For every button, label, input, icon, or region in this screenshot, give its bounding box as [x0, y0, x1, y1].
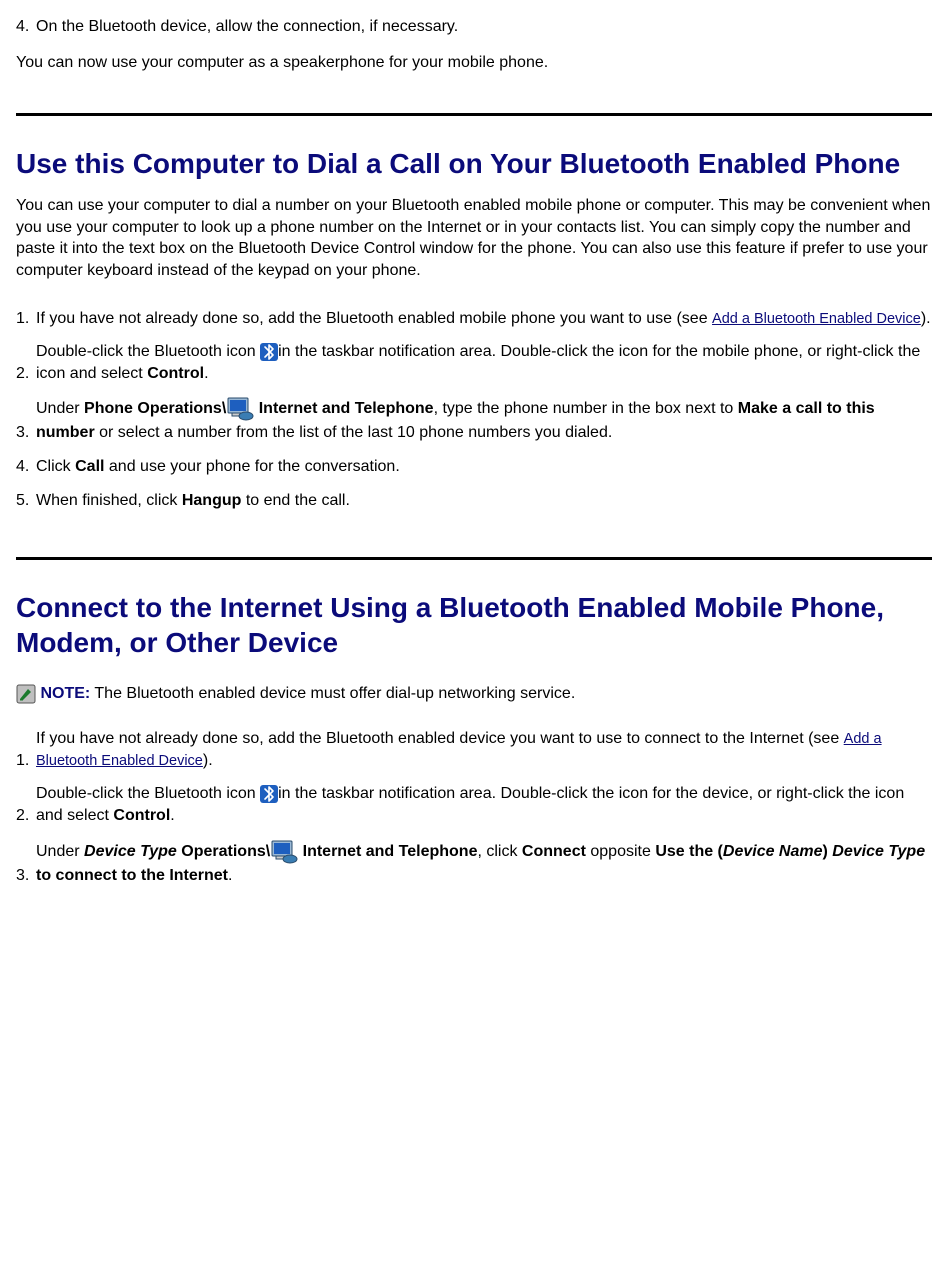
text-fragment: . — [204, 365, 208, 382]
text-fragment: When finished, click — [36, 492, 182, 509]
step-text: When finished, click Hangup to end the c… — [36, 484, 932, 518]
dial-step-2: 2. Double-click the Bluetooth icon in th… — [16, 335, 932, 390]
dial-step-3: 3. Under Phone Operations\ Internet and … — [16, 390, 932, 450]
note-icon — [16, 684, 36, 704]
step-text: On the Bluetooth device, allow the conne… — [36, 10, 932, 44]
dial-heading: Use this Computer to Dial a Call on Your… — [16, 146, 932, 181]
step-number: 2. — [16, 335, 36, 390]
step-number: 5. — [16, 484, 36, 518]
bold-fragment: Internet and Telephone — [254, 401, 433, 418]
internet-telephone-icon — [270, 839, 298, 865]
step-text: Double-click the Bluetooth icon in the t… — [36, 777, 932, 832]
step-number: 3. — [16, 833, 36, 893]
text-fragment: or select a number from the list of the … — [95, 424, 613, 441]
text-fragment: If you have not already done so, add the… — [36, 310, 712, 327]
bold-fragment: Internet and Telephone — [298, 843, 477, 860]
step-number: 1. — [16, 302, 36, 336]
note-text: The Bluetooth enabled device must offer … — [90, 685, 575, 702]
text-fragment: Double-click the Bluetooth icon — [36, 785, 260, 802]
step-text: Double-click the Bluetooth icon in the t… — [36, 335, 932, 390]
bold-fragment: ) — [823, 843, 833, 860]
text-fragment: and use your phone for the conversation. — [104, 458, 399, 475]
step-number: 4. — [16, 10, 36, 44]
bold-italic-fragment: Device Name — [723, 843, 823, 860]
text-fragment: ). — [203, 752, 213, 769]
dial-steps: 1. If you have not already done so, add … — [16, 302, 932, 518]
connect-steps: 1. If you have not already done so, add … — [16, 722, 932, 892]
bold-fragment: Use the ( — [655, 843, 723, 860]
text-fragment: ). — [921, 310, 931, 327]
text-fragment: Under — [36, 843, 84, 860]
text-fragment: Under — [36, 401, 84, 418]
text-fragment: Click — [36, 458, 75, 475]
bold-fragment: Operations\ — [177, 843, 270, 860]
step-text: If you have not already done so, add the… — [36, 302, 932, 336]
text-fragment: opposite — [586, 843, 655, 860]
text-fragment: . — [228, 867, 232, 884]
bluetooth-icon — [260, 785, 278, 803]
bold-italic-fragment: Device Type — [832, 843, 925, 860]
text-fragment: , type the phone number in the box next … — [434, 401, 738, 418]
text-fragment: to end the call. — [241, 492, 350, 509]
bold-fragment: Phone Operations\ — [84, 401, 226, 418]
note-row: NOTE: The Bluetooth enabled device must … — [16, 684, 932, 704]
step-number: 4. — [16, 450, 36, 484]
section-divider — [16, 113, 932, 116]
dial-intro: You can use your computer to dial a numb… — [16, 195, 932, 281]
connect-step-2: 2. Double-click the Bluetooth icon in th… — [16, 777, 932, 832]
step-text: If you have not already done so, add the… — [36, 722, 932, 777]
text-fragment: Double-click the Bluetooth icon — [36, 343, 260, 360]
bold-fragment: Connect — [522, 843, 586, 860]
step-text: Click Call and use your phone for the co… — [36, 450, 932, 484]
section-divider — [16, 557, 932, 560]
connect-step-1: 1. If you have not already done so, add … — [16, 722, 932, 777]
note-label: NOTE: — [40, 685, 90, 702]
bold-italic-fragment: Device Type — [84, 843, 177, 860]
bold-fragment: Call — [75, 458, 104, 475]
step-number: 1. — [16, 722, 36, 777]
bold-fragment: Hangup — [182, 492, 242, 509]
step-text: Under Device Type Operations\ Internet a… — [36, 833, 932, 893]
text-fragment: . — [170, 807, 174, 824]
dial-step-1: 1. If you have not already done so, add … — [16, 302, 932, 336]
internet-telephone-icon — [226, 396, 254, 422]
dial-step-5: 5. When finished, click Hangup to end th… — [16, 484, 932, 518]
step-text: Under Phone Operations\ Internet and Tel… — [36, 390, 932, 450]
step-number: 3. — [16, 390, 36, 450]
bluetooth-icon — [260, 343, 278, 361]
bold-fragment: Control — [113, 807, 170, 824]
intro-step-4: 4. On the Bluetooth device, allow the co… — [16, 10, 932, 44]
connect-heading: Connect to the Internet Using a Bluetoot… — [16, 590, 932, 660]
bold-fragment: to connect to the Internet — [36, 867, 228, 884]
text-fragment: , click — [477, 843, 521, 860]
add-device-link[interactable]: Add a Bluetooth Enabled Device — [712, 311, 921, 327]
step-number: 2. — [16, 777, 36, 832]
dial-step-4: 4. Click Call and use your phone for the… — [16, 450, 932, 484]
intro-followup: You can now use your computer as a speak… — [16, 52, 932, 74]
text-fragment: If you have not already done so, add the… — [36, 730, 844, 747]
connect-step-3: 3. Under Device Type Operations\ Interne… — [16, 833, 932, 893]
bold-fragment: Control — [147, 365, 204, 382]
intro-continuation: 4. On the Bluetooth device, allow the co… — [16, 10, 932, 44]
